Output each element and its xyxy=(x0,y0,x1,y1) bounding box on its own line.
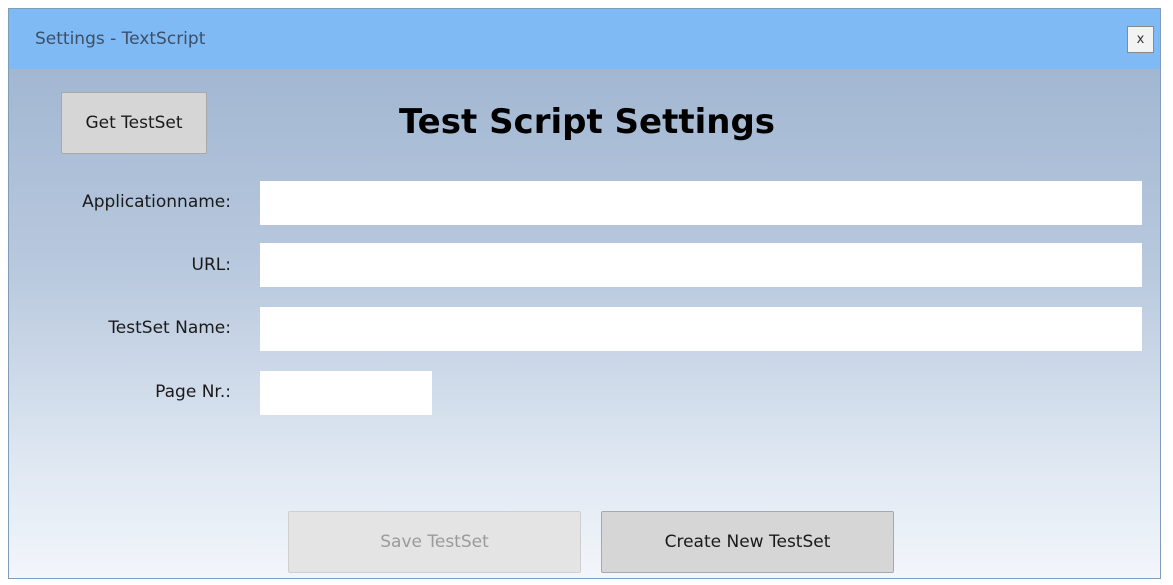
settings-panel: Get TestSet Test Script Settings Applica… xyxy=(9,69,1160,578)
testset-name-label: TestSet Name: xyxy=(108,318,231,338)
get-testset-button[interactable]: Get TestSet xyxy=(61,92,207,154)
close-button[interactable]: x xyxy=(1127,26,1154,53)
applicationname-input[interactable] xyxy=(260,181,1142,225)
applicationname-label: Applicationname: xyxy=(82,192,231,212)
create-new-testset-button[interactable]: Create New TestSet xyxy=(601,511,894,573)
window-title: Settings - TextScript xyxy=(35,29,206,49)
settings-window: Settings - TextScript x Get TestSet Test… xyxy=(8,8,1161,579)
title-bar[interactable]: Settings - TextScript x xyxy=(9,9,1160,69)
close-icon: x xyxy=(1136,32,1145,47)
url-input[interactable] xyxy=(260,243,1142,287)
testset-name-input[interactable] xyxy=(260,307,1142,351)
page-title: Test Script Settings xyxy=(399,102,776,142)
page-nr-input[interactable] xyxy=(260,371,432,415)
page-nr-label: Page Nr.: xyxy=(155,382,231,402)
url-label: URL: xyxy=(191,255,231,275)
save-testset-button[interactable]: Save TestSet xyxy=(288,511,581,573)
